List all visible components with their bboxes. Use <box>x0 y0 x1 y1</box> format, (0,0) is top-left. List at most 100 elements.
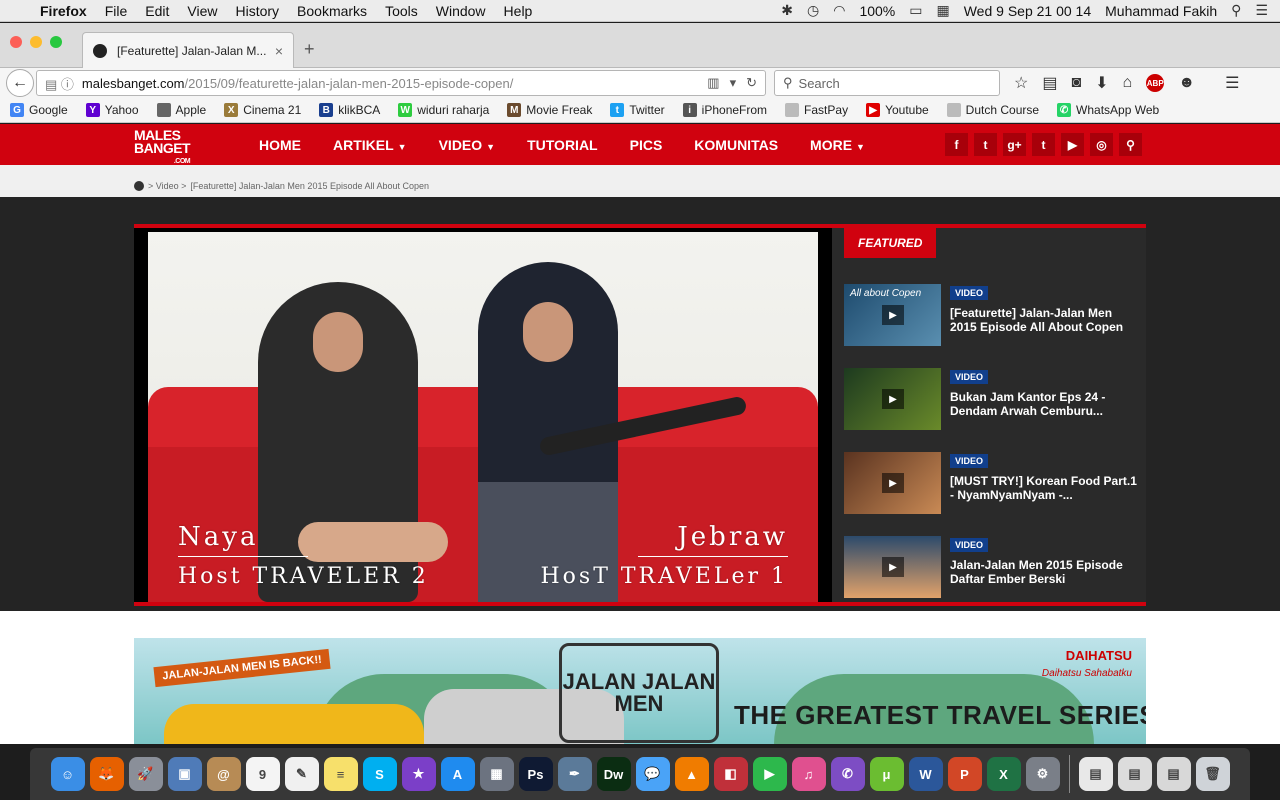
wifi-icon[interactable]: ◠ <box>833 2 845 19</box>
menu-file[interactable]: File <box>105 3 128 19</box>
dropdown-arrow-icon[interactable]: ▾ <box>730 75 737 91</box>
dock-dreamweaver-icon[interactable]: Dw <box>596 757 631 791</box>
bookmark-whatsapp-web[interactable]: ✆ WhatsApp Web <box>1057 103 1159 117</box>
identity-icon[interactable]: ▤ ⓘ <box>45 74 74 93</box>
close-window-button[interactable] <box>10 36 22 48</box>
dock-skype-icon[interactable]: S <box>362 757 397 791</box>
menu-history[interactable]: History <box>235 3 279 19</box>
nav-artikel[interactable]: ARTIKEL ▼ <box>333 137 407 153</box>
dock-viber-icon[interactable]: ✆ <box>830 757 865 791</box>
bookmark-twitter[interactable]: t Twitter <box>610 103 665 117</box>
breadcrumb-video[interactable]: > Video > <box>148 181 186 191</box>
bookmark-dutch-course[interactable]: Dutch Course <box>946 103 1039 117</box>
featured-title[interactable]: Jalan-Jalan Men 2015 Episode Daftar Embe… <box>950 558 1140 586</box>
bookmarks-library-icon[interactable]: ▤ <box>1042 73 1057 93</box>
bookmark-fastpay[interactable]: FastPay <box>785 103 848 117</box>
hamburger-menu-icon[interactable]: ☰ <box>1225 73 1239 93</box>
dock-launchpad-icon[interactable]: 🚀 <box>128 757 163 791</box>
pocket-icon[interactable]: ◙ <box>1071 74 1081 92</box>
dock-powerpoint-icon[interactable]: P <box>947 757 982 791</box>
dock-preview-icon[interactable]: ▣ <box>167 757 202 791</box>
menu-edit[interactable]: Edit <box>145 3 169 19</box>
ad-banner[interactable]: JALAN-JALAN MEN IS BACK!! JALAN JALAN ME… <box>134 638 1146 744</box>
featured-thumbnail[interactable]: All about Copen ▶ <box>844 284 941 346</box>
facebook-icon[interactable]: f <box>945 133 968 156</box>
zoom-window-button[interactable] <box>50 36 62 48</box>
battery-icon[interactable]: ▭ <box>909 2 922 19</box>
nav-tutorial[interactable]: TUTORIAL <box>527 137 598 153</box>
dock-photoshop-icon[interactable]: Ps <box>518 757 553 791</box>
featured-title[interactable]: Bukan Jam Kantor Eps 24 - Dendam Arwah C… <box>950 390 1140 418</box>
dock-utorrent-icon[interactable]: μ <box>869 757 904 791</box>
notification-center-icon[interactable]: ☰ <box>1255 2 1268 19</box>
dock-excel-icon[interactable]: X <box>986 757 1021 791</box>
dock-messages-icon[interactable]: 💬 <box>635 757 670 791</box>
dock-pen-tool-icon[interactable]: ✒ <box>557 757 592 791</box>
dock-vlc-icon[interactable]: ▲ <box>674 757 709 791</box>
featured-item[interactable]: ▶ VIDEO [MUST TRY!] Korean Food Part.1 - N… <box>844 452 1140 514</box>
search-bar[interactable]: ⚲ Search <box>774 70 1000 96</box>
site-logo[interactable]: MALES BANGET .COM <box>134 128 191 168</box>
dock-trash-icon[interactable]: 🗑 <box>1195 757 1230 791</box>
menu-bookmarks[interactable]: Bookmarks <box>297 3 367 19</box>
google-plus-icon[interactable]: g+ <box>1003 133 1026 156</box>
menu-app-firefox[interactable]: Firefox <box>40 3 87 19</box>
dock-photo-browser-icon[interactable]: ▦ <box>479 757 514 791</box>
dock-imovie-icon[interactable]: ★ <box>401 757 436 791</box>
dock-calendar-icon[interactable]: 9 <box>245 757 280 791</box>
chat-icon[interactable]: ☻ <box>1178 74 1195 92</box>
bookmark-widuri-raharja[interactable]: Wwiduri raharja <box>398 103 489 117</box>
minimize-window-button[interactable] <box>30 36 42 48</box>
bookmark-klikbca[interactable]: BklikBCA <box>319 103 380 117</box>
featured-title[interactable]: [MUST TRY!] Korean Food Part.1 - NyamNya… <box>950 474 1140 502</box>
menu-view[interactable]: View <box>187 3 217 19</box>
featured-thumbnail[interactable]: ▶ <box>844 452 941 514</box>
downloads-icon[interactable]: ⬇ <box>1095 73 1108 93</box>
back-button[interactable]: ← <box>6 69 34 97</box>
menu-window[interactable]: Window <box>436 3 486 19</box>
tab-active[interactable]: [Featurette] Jalan-Jalan M... × <box>82 32 294 68</box>
youtube-icon[interactable]: ▶ <box>1061 133 1084 156</box>
featured-item[interactable]: All about Copen ▶ VIDEO [Featurette] Jalan-… <box>844 284 1140 346</box>
nav-pics[interactable]: PICS <box>630 137 663 153</box>
tumblr-icon[interactable]: t <box>1032 133 1055 156</box>
spotlight-icon[interactable]: ⚲ <box>1231 2 1241 19</box>
featured-item[interactable]: ▶ VIDEO Bukan Jam Kantor Eps 24 - Dendam A… <box>844 368 1140 430</box>
home-icon[interactable]: ⌂ <box>1123 74 1133 92</box>
dock-documents-icon[interactable]: ▤ <box>1078 757 1113 791</box>
bookmark-yahoo[interactable]: Y Yahoo <box>85 103 139 117</box>
nav-video[interactable]: VIDEO ▼ <box>439 137 496 153</box>
dock-system-preferences-icon[interactable]: ⚙ <box>1025 757 1060 791</box>
close-tab-icon[interactable]: × <box>275 43 283 59</box>
dock-notes-icon[interactable]: ≡ <box>323 757 358 791</box>
video-player[interactable]: Naya Host TRAVELER 2 Jebraw HosT TRAVELe… <box>134 224 832 606</box>
adblock-plus-icon[interactable]: ABP <box>1146 74 1165 92</box>
site-search-icon[interactable]: ⚲ <box>1119 133 1142 156</box>
menu-tools[interactable]: Tools <box>385 3 418 19</box>
reload-icon[interactable]: ↻ <box>746 75 757 91</box>
dock-facetime-icon[interactable]: ▶ <box>752 757 787 791</box>
featured-item[interactable]: ▶ VIDEO Jalan-Jalan Men 2015 Episode Dafta… <box>844 536 1140 598</box>
reader-view-icon[interactable]: ▥ <box>707 75 719 91</box>
bookmark-movie-freak[interactable]: M Movie Freak <box>507 103 592 117</box>
clock[interactable]: Wed 9 Sep 21 00 14 <box>964 3 1091 19</box>
dock-photo-booth-icon[interactable]: ◧ <box>713 757 748 791</box>
dock-itunes-icon[interactable]: ♫ <box>791 757 826 791</box>
dock-app-store-icon[interactable]: A <box>440 757 475 791</box>
featured-thumbnail[interactable]: ▶ <box>844 368 941 430</box>
menu-help[interactable]: Help <box>504 3 533 19</box>
dock-finder-icon[interactable]: ☺ <box>50 757 85 791</box>
twitter-icon[interactable]: t <box>974 133 997 156</box>
nav-home[interactable]: HOME <box>259 137 301 153</box>
featured-title[interactable]: [Featurette] Jalan-Jalan Men 2015 Episod… <box>950 306 1140 334</box>
keyboard-icon[interactable]: ▦ <box>936 2 949 19</box>
nav-more[interactable]: MORE ▼ <box>810 137 865 153</box>
user-name[interactable]: Muhammad Fakih <box>1105 3 1217 19</box>
featured-thumbnail[interactable]: ▶ <box>844 536 941 598</box>
dock-downloads-icon[interactable]: ▤ <box>1117 757 1152 791</box>
dock-textedit-icon[interactable]: ✎ <box>284 757 319 791</box>
bookmark-apple[interactable]: Apple <box>156 103 206 117</box>
instagram-icon[interactable]: ◎ <box>1090 133 1113 156</box>
dock-firefox-icon[interactable]: 🦊 <box>89 757 124 791</box>
battery-percent[interactable]: 100% <box>859 3 895 19</box>
